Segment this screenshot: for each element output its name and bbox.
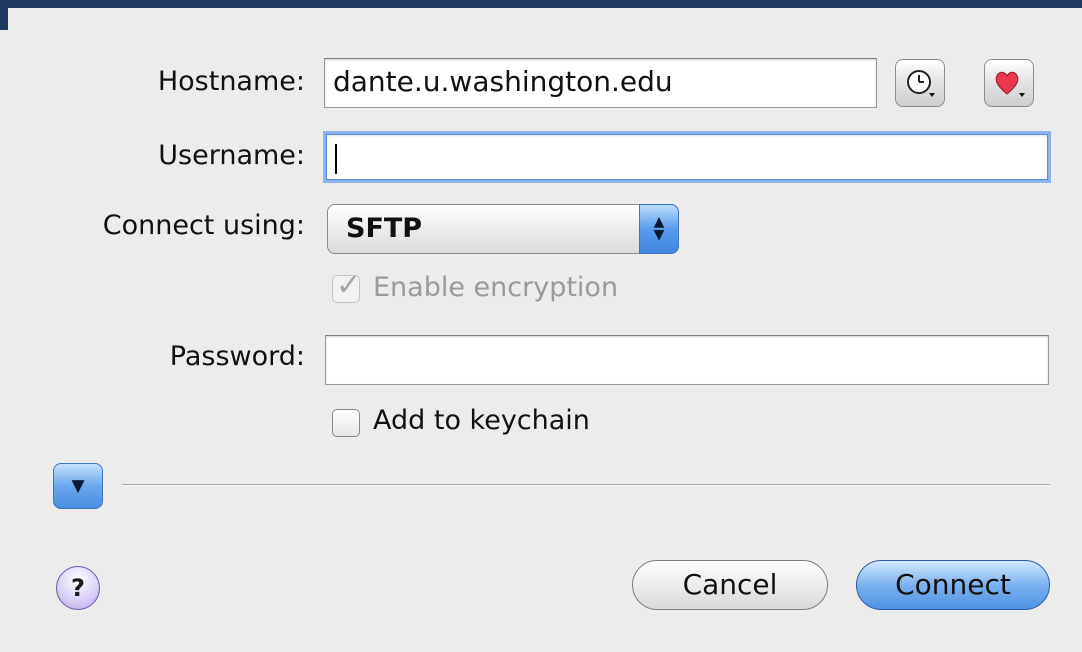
hostname-value: dante.u.washington.edu	[333, 65, 673, 98]
password-field[interactable]	[325, 335, 1049, 385]
hostname-field[interactable]: dante.u.washington.edu	[324, 58, 877, 108]
enable-encryption-checkbox[interactable]: ✓	[332, 268, 361, 303]
heart-icon	[995, 71, 1025, 97]
help-button[interactable]: ?	[56, 566, 100, 610]
chevron-down-icon: ▼	[71, 476, 85, 496]
username-field[interactable]	[326, 134, 1048, 180]
protocol-select-value: SFTP	[346, 213, 423, 244]
protocol-select[interactable]: SFTP ▲ ▼	[327, 204, 679, 254]
checkmark-icon: ✓	[336, 268, 362, 303]
add-to-keychain-checkbox[interactable]	[332, 409, 360, 437]
question-mark-icon: ?	[71, 574, 85, 602]
disclosure-toggle[interactable]: ▼	[53, 463, 103, 509]
password-label: Password:	[169, 341, 305, 372]
clock-icon	[907, 70, 935, 97]
history-button[interactable]	[895, 59, 945, 107]
add-to-keychain-label: Add to keychain	[373, 405, 590, 436]
window-top-bar	[0, 0, 1082, 8]
separator-line	[122, 484, 1050, 486]
text-caret	[335, 144, 337, 174]
hostname-label: Hostname:	[157, 66, 305, 97]
username-label: Username:	[158, 140, 305, 171]
cancel-button[interactable]: Cancel	[632, 560, 828, 610]
favorites-button[interactable]	[984, 59, 1034, 107]
connect-button[interactable]: Connect	[856, 560, 1050, 610]
enable-encryption-label: Enable encryption	[373, 272, 619, 303]
window-top-notch	[0, 0, 8, 30]
connect-using-label: Connect using:	[102, 210, 305, 241]
select-arrows-icon: ▲ ▼	[639, 204, 679, 254]
